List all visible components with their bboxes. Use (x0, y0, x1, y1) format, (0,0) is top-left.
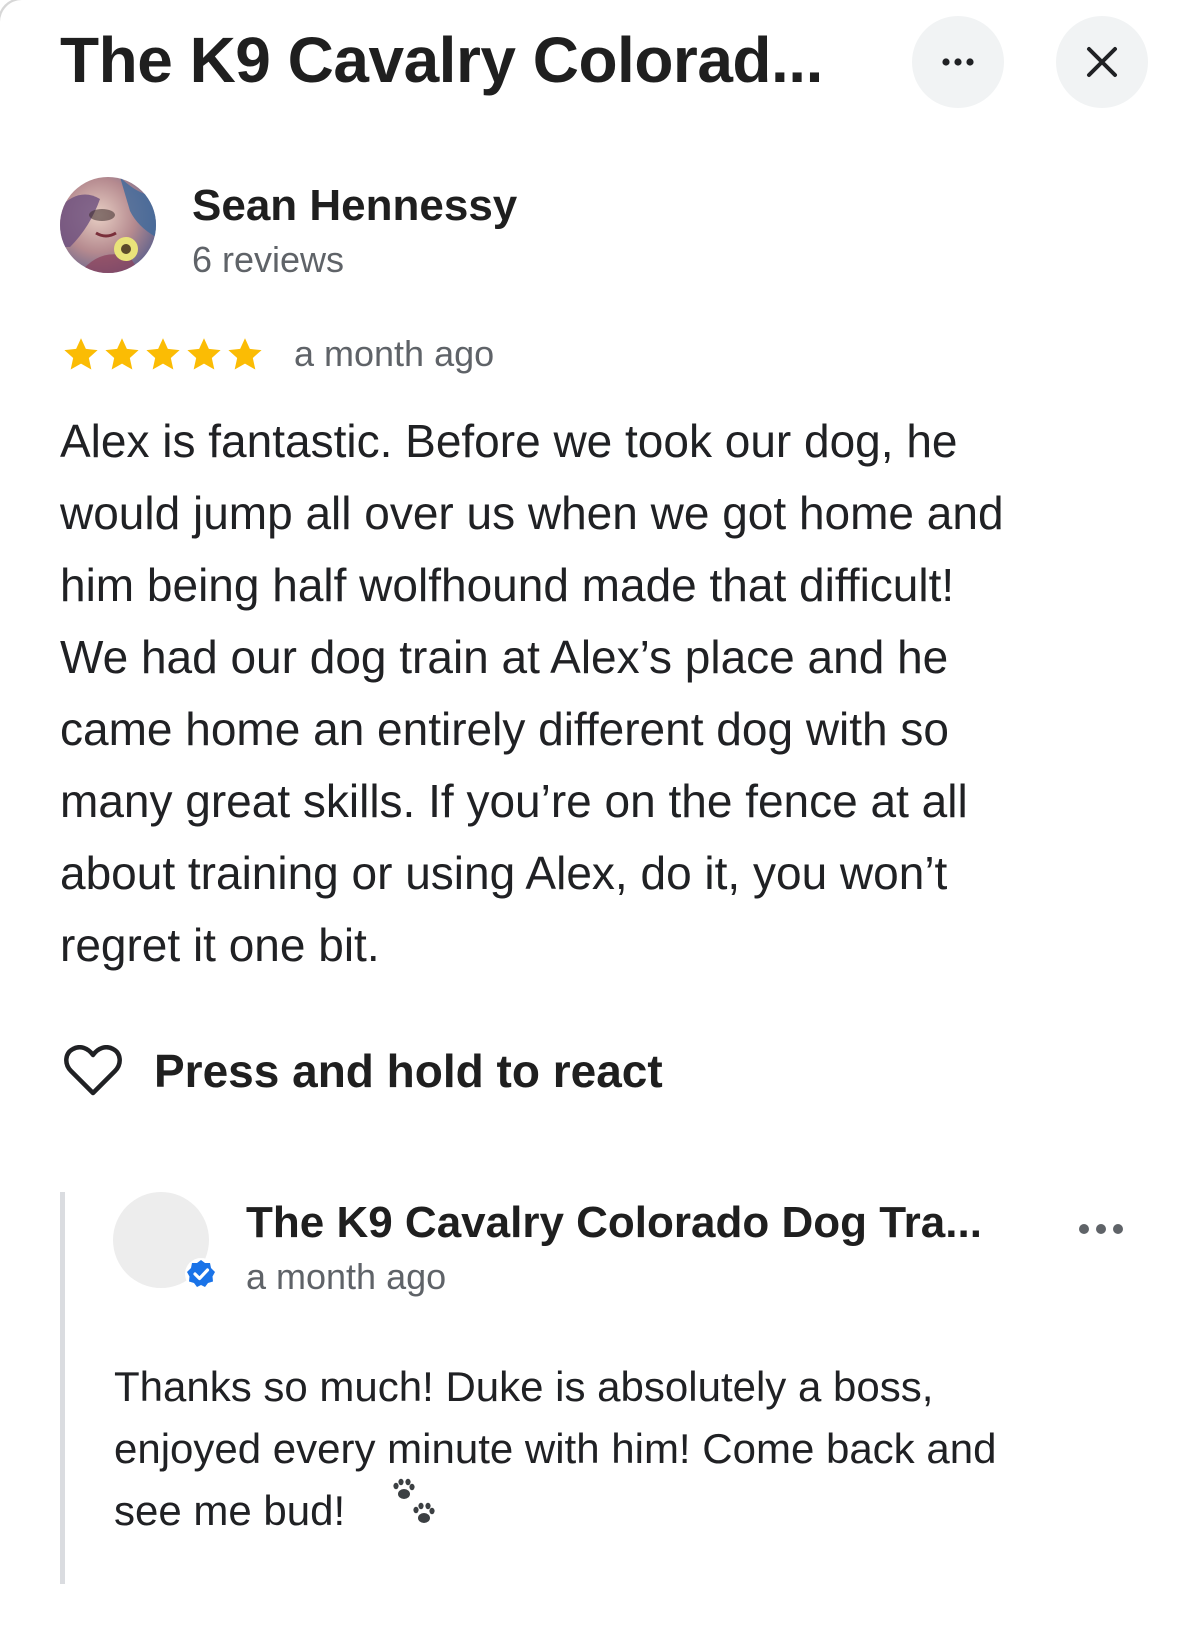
verified-badge-icon (184, 1257, 218, 1296)
star-icon (146, 338, 180, 370)
heart-outline-icon (64, 1045, 122, 1096)
star-icon (64, 338, 98, 370)
close-icon (1087, 47, 1117, 77)
react-label: Press and hold to react (154, 1045, 663, 1097)
review-date: a month ago (294, 333, 495, 374)
react-button[interactable]: Press and hold to react (64, 1044, 663, 1098)
more-horizontal-icon (942, 58, 974, 66)
star-icon (105, 338, 139, 370)
owner-response-text: Thanks so much! Duke is absolutely a bos… (114, 1363, 997, 1534)
star-icon (187, 338, 221, 370)
reviewer-name[interactable]: Sean Hennessy (192, 180, 517, 232)
review-sheet: The K9 Cavalry Colorad... Sean Hennessy … (0, 0, 1196, 1630)
paw-prints-icon (390, 1478, 438, 1533)
place-title: The K9 Cavalry Colorad... (60, 24, 823, 96)
star-icon (228, 338, 262, 370)
reviewer-review-count: 6 reviews (192, 239, 345, 280)
more-options-button[interactable] (912, 16, 1004, 108)
close-button[interactable] (1056, 16, 1148, 108)
more-horizontal-icon (1079, 1224, 1123, 1234)
reply-divider (60, 1192, 65, 1584)
owner-response-date: a month ago (246, 1256, 447, 1297)
owner-name[interactable]: The K9 Cavalry Colorado Dog Tra... (246, 1196, 1036, 1250)
star-rating (62, 337, 264, 373)
reviewer-avatar[interactable] (60, 177, 156, 273)
review-text: Alex is fantastic. Before we took our do… (60, 415, 1004, 971)
owner-response-more-button[interactable] (1076, 1222, 1126, 1241)
